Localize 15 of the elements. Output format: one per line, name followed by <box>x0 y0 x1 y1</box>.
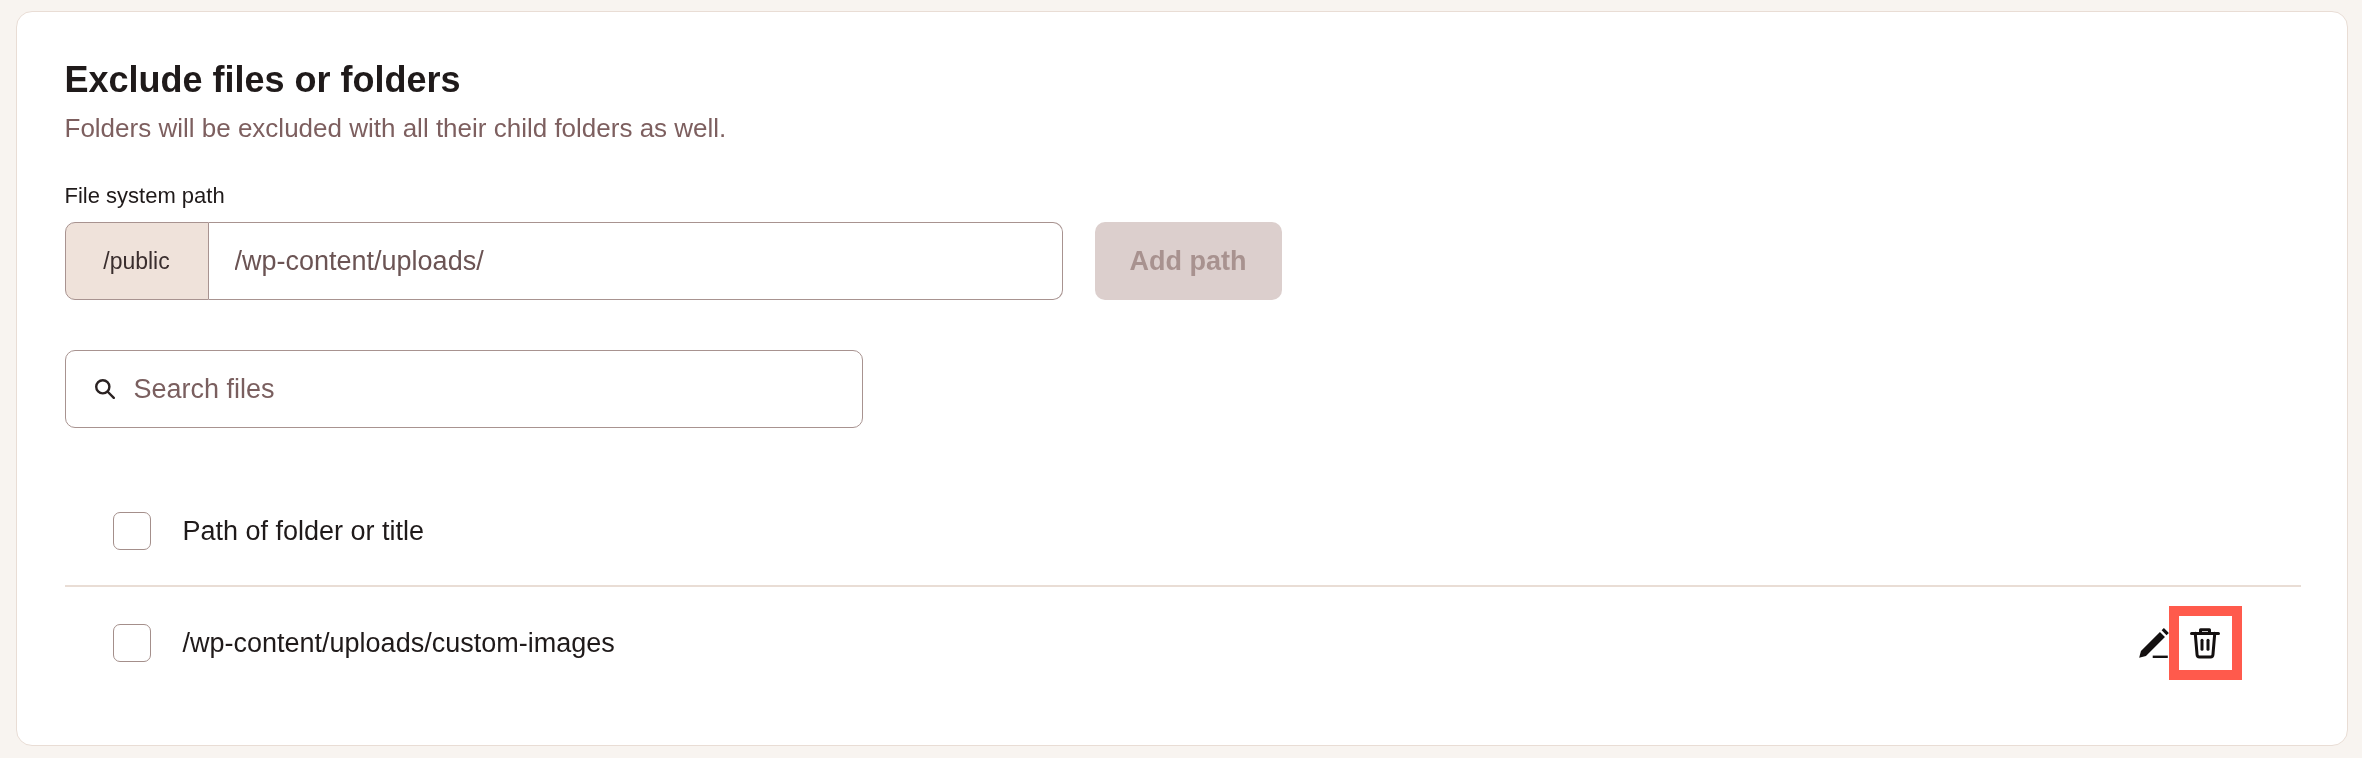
column-header: Path of folder or title <box>182 515 425 548</box>
section-title: Exclude files or folders <box>64 58 462 101</box>
search-icon <box>94 379 115 399</box>
row-checkbox[interactable] <box>112 624 151 662</box>
trash-icon <box>2190 627 2220 659</box>
field-label: File system path <box>64 182 226 210</box>
edit-button[interactable] <box>2138 628 2169 658</box>
search-field[interactable]: Search files <box>64 350 863 428</box>
path-cell-text: /wp-content/uploads/custom-images <box>182 627 615 660</box>
path-prefix: /public <box>64 222 209 300</box>
pencil-icon <box>2138 628 2169 658</box>
delete-button[interactable] <box>2190 627 2220 659</box>
section-description: Folders will be excluded with all their child folders as well. <box>64 112 728 145</box>
select-all-checkbox[interactable] <box>112 512 151 550</box>
path-input[interactable]: /wp-content/uploads/ <box>208 222 1063 300</box>
